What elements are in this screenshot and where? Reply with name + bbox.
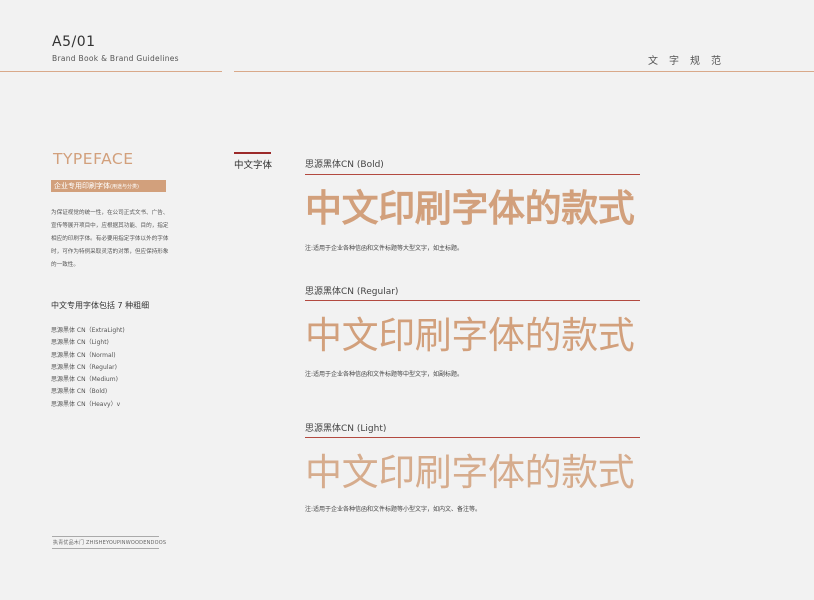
sample-bold-name: 思源黑体CN (Bold) [305, 160, 384, 170]
label-small: (用途与分类) [110, 184, 139, 190]
sample-regular-text: 中文印刷字体的款式 [305, 314, 635, 357]
typeface-label-bar: 企业专用印刷字体(用途与分类) [51, 180, 166, 192]
sample-light-text: 中文印刷字体的款式 [305, 451, 635, 494]
list-item: 思源黑体 CN（Light) [51, 339, 109, 347]
header-rule-right [234, 71, 814, 72]
list-item: 思源黑体 CN（Heavy）v [51, 400, 121, 408]
footer-rule-bottom [52, 548, 159, 549]
sample-bold-rule [305, 174, 640, 175]
typeface-heading: TYPEFACE [53, 150, 134, 168]
sample-regular-note: 注:适用于企业各种信函和文件标题等中型文字，如副标题。 [305, 371, 464, 378]
sample-light-name: 思源黑体CN (Light) [305, 424, 387, 434]
intro-paragraph: 为保证视觉的统一性，在公司正式文书、广告、宣传等展开项目中，应根据其功能、目的，… [51, 210, 169, 268]
list-item: 思源黑体 CN（Medium) [51, 376, 118, 384]
section-title: 文字规范 [648, 56, 732, 67]
sample-bold-note: 注:适用于企业各种信函和文件标题等大型文字，如主标题。 [305, 245, 464, 252]
sample-bold-text: 中文印刷字体的款式 [305, 187, 635, 230]
brand-subtitle: Brand Book & Brand Guidelines [52, 54, 179, 63]
page-number: A5/01 [52, 34, 96, 50]
footer-rule-top [52, 536, 159, 537]
sample-regular-name: 思源黑体CN (Regular) [305, 287, 399, 297]
label-main: 企业专用印刷字体 [54, 182, 110, 190]
header-rule-left [0, 71, 222, 72]
sample-light-note: 注:适用于企业各种信函和文件标题等小型文字，如内文、备注等。 [305, 506, 482, 513]
chinese-font-label: 中文字体 [234, 160, 273, 171]
footer-brand: 执青优品木门 ZHISHEYOUPINWOODENDOOS [53, 540, 167, 546]
weights-list: 思源黑体 CN（ExtraLight) 思源黑体 CN（Light) 思源黑体 … [51, 325, 125, 411]
list-item: 思源黑体 CN（Normal) [51, 351, 116, 359]
list-item: 思源黑体 CN（ExtraLight) [51, 327, 125, 334]
list-item: 思源黑体 CN（Bold) [51, 388, 108, 396]
chinese-font-marker [234, 152, 271, 154]
weights-title: 中文专用字体包括 7 种粗细 [51, 301, 150, 310]
sample-light-rule [305, 437, 640, 438]
sample-regular-rule [305, 300, 640, 301]
list-item: 思源黑体 CN（Regular) [51, 363, 117, 371]
